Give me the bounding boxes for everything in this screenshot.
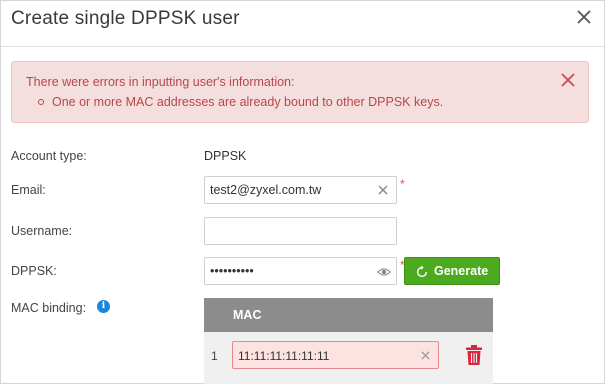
row-number: 1 — [211, 349, 218, 363]
close-icon[interactable] — [560, 72, 576, 88]
trash-icon[interactable] — [465, 344, 483, 366]
mac-address-field[interactable]: 11:11:11:11:11:11 — [232, 341, 439, 369]
alert-title: There were errors in inputting user's in… — [26, 75, 295, 89]
email-value: test2@zyxel.com.tw — [210, 183, 322, 197]
username-label: Username: — [11, 224, 73, 238]
email-required-mark: * — [400, 177, 405, 191]
dialog-title: Create single DPPSK user — [11, 8, 240, 29]
eye-icon[interactable] — [377, 265, 391, 279]
dppsk-value: •••••••••• — [210, 264, 254, 278]
clear-icon[interactable] — [377, 184, 389, 196]
dppsk-label: DPPSK: — [11, 264, 57, 278]
mac-binding-label: MAC binding: — [11, 301, 87, 315]
generate-label: Generate — [434, 264, 489, 278]
dppsk-field[interactable]: •••••••••• — [204, 257, 397, 285]
email-field[interactable]: test2@zyxel.com.tw — [204, 176, 397, 204]
account-type-value: DPPSK — [204, 149, 247, 163]
username-field[interactable] — [204, 217, 397, 245]
mac-binding-table: MAC 1 11:11:11:11:11:11 — [204, 298, 493, 384]
mac-column-header: MAC — [233, 308, 262, 322]
bullet-icon — [38, 99, 44, 105]
email-label: Email: — [11, 183, 46, 197]
mac-address-value: 11:11:11:11:11:11 — [238, 349, 330, 363]
create-dppsk-user-dialog: Create single DPPSK user There were erro… — [0, 0, 605, 384]
dialog-header: Create single DPPSK user — [1, 1, 604, 47]
clear-icon[interactable] — [420, 350, 431, 361]
error-alert: There were errors in inputting user's in… — [11, 61, 589, 123]
refresh-icon — [416, 265, 428, 278]
close-icon[interactable] — [572, 5, 596, 29]
account-type-label: Account type: — [11, 149, 87, 163]
alert-item: One or more MAC addresses are already bo… — [38, 95, 443, 109]
alert-item-text: One or more MAC addresses are already bo… — [52, 95, 444, 109]
info-icon[interactable]: i — [97, 300, 110, 313]
generate-button[interactable]: Generate — [404, 257, 500, 285]
mac-table-header: MAC — [204, 298, 493, 332]
